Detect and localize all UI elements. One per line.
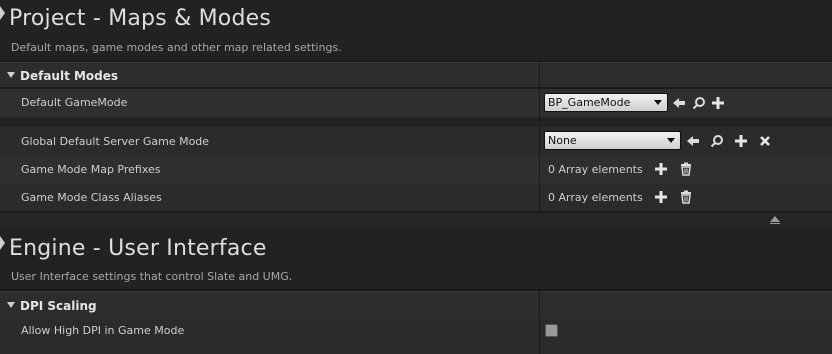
section-marker-icon: [0, 236, 5, 250]
arrow-left-icon[interactable]: [672, 96, 686, 110]
array-count: 0 Array elements: [548, 191, 643, 204]
trash-icon[interactable]: [679, 162, 693, 176]
magnifier-icon[interactable]: [710, 134, 724, 148]
column-divider[interactable]: [539, 291, 540, 354]
section-description: User Interface settings that control Sla…: [11, 270, 293, 283]
default-gamemode-combo[interactable]: BP_GameMode: [544, 93, 668, 112]
property-row-game-mode-class-aliases: Game Mode Class Aliases 0 Array elements: [0, 183, 832, 211]
collapse-up-icon[interactable]: [770, 216, 780, 222]
combo-value: None: [548, 134, 577, 147]
plus-icon[interactable]: [654, 190, 668, 204]
plus-icon[interactable]: [654, 162, 668, 176]
section-title: Engine - User Interface: [9, 236, 267, 261]
property-row-global-default-server-game-mode: Global Default Server Game Mode None: [0, 127, 832, 155]
property-row-allow-high-dpi: Allow High DPI in Game Mode: [0, 318, 832, 354]
category-default-modes[interactable]: Default Modes: [0, 62, 832, 87]
category-label: DPI Scaling: [20, 299, 97, 313]
collapse-section-bar[interactable]: [0, 213, 832, 226]
section-header-maps-modes: Project - Maps & Modes Default maps, gam…: [0, 0, 832, 60]
property-label: Default GameMode: [21, 96, 128, 109]
expand-arrow-icon[interactable]: [7, 302, 15, 308]
row-separator: [0, 117, 832, 127]
section-title: Project - Maps & Modes: [9, 6, 272, 31]
property-label: Global Default Server Game Mode: [21, 135, 210, 148]
collapse-line: [770, 223, 780, 224]
property-label: Game Mode Class Aliases: [21, 191, 162, 204]
property-label: Game Mode Map Prefixes: [21, 163, 161, 176]
arrow-left-icon[interactable]: [686, 134, 700, 148]
plus-icon[interactable]: [734, 134, 748, 148]
allow-high-dpi-checkbox[interactable]: [545, 324, 558, 337]
category-dpi-scaling[interactable]: DPI Scaling: [0, 291, 832, 318]
section-marker-icon: [0, 6, 5, 20]
plus-icon[interactable]: [711, 96, 725, 110]
property-label: Allow High DPI in Game Mode: [21, 324, 185, 337]
section-header-user-interface: Engine - User Interface User Interface s…: [0, 226, 832, 289]
global-default-server-game-mode-combo[interactable]: None: [544, 131, 681, 150]
magnifier-icon[interactable]: [692, 96, 706, 110]
combo-value: BP_GameMode: [548, 96, 631, 109]
x-icon[interactable]: [758, 134, 772, 148]
trash-icon[interactable]: [679, 190, 693, 204]
array-count: 0 Array elements: [548, 163, 643, 176]
property-row-default-gamemode: Default GameMode BP_GameMode: [0, 89, 832, 117]
chevron-down-icon: [654, 100, 662, 105]
column-divider[interactable]: [539, 62, 540, 213]
property-row-game-mode-map-prefixes: Game Mode Map Prefixes 0 Array elements: [0, 155, 832, 183]
chevron-down-icon: [667, 138, 675, 143]
section-description: Default maps, game modes and other map r…: [11, 41, 342, 54]
expand-arrow-icon[interactable]: [7, 72, 15, 78]
category-label: Default Modes: [20, 69, 119, 83]
